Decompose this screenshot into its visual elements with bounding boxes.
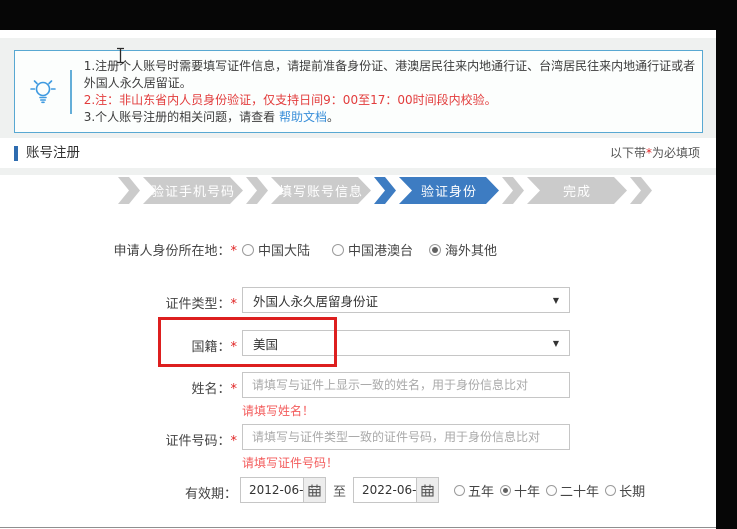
radio-circle[interactable] <box>429 244 441 256</box>
text-cursor <box>115 47 126 68</box>
step-chevron <box>246 177 268 204</box>
chevron-down-icon: ▼ <box>553 339 559 348</box>
date-range-separator: 至 <box>333 481 346 500</box>
step-chevron-active <box>374 177 396 204</box>
step-chevron <box>630 177 652 204</box>
help-doc-link[interactable]: 帮助文档 <box>279 110 327 124</box>
step-indicator: 验证手机号码 填写账号信息 验证身份 完成 <box>118 177 652 204</box>
radio-circle[interactable] <box>546 485 557 496</box>
validity-label: 有效期： <box>0 483 237 502</box>
radio-circle[interactable] <box>332 244 344 256</box>
title-accent-bar <box>14 146 18 161</box>
name-error: 请填写姓名！ <box>242 402 314 419</box>
validity-from-group <box>240 477 326 503</box>
step-verify-identity-active: 验证身份 <box>399 177 499 204</box>
location-label: 申请人身份所在地：* <box>0 240 237 259</box>
page-background-gap <box>0 168 716 175</box>
cert-type-value: 外国人永久居留身份证 <box>253 291 378 310</box>
validity-to-group <box>353 477 439 503</box>
cert-no-label: 证件号码：* <box>0 430 237 449</box>
step-account-info: 填写账号信息 <box>271 177 371 204</box>
section-header: 账号注册 以下带*为必填项 <box>0 138 716 168</box>
calendar-icon-button[interactable] <box>303 478 325 502</box>
notice-line-3-text: 3.个人账号注册的相关问题，请查看 <box>84 110 279 124</box>
radio-circle[interactable] <box>605 485 616 496</box>
notice-line-1: 1.注册个人账号时需要填写证件信息，请提前准备身份证、港澳居民往来内地通行证、台… <box>84 58 702 92</box>
radio-mainland-china[interactable]: 中国大陆 <box>242 240 310 259</box>
nationality-value: 美国 <box>253 334 278 353</box>
cert-no-input[interactable] <box>242 424 570 450</box>
cert-type-label: 证件类型：* <box>0 293 237 312</box>
cert-no-error: 请填写证件号码！ <box>242 454 338 471</box>
step-verify-phone: 验证手机号码 <box>143 177 243 204</box>
nationality-label: 国籍：* <box>0 336 237 355</box>
radio-overseas-other-selected[interactable]: 海外其他 <box>429 240 497 259</box>
top-black-bar <box>0 0 737 30</box>
radio-hk-macao-taiwan[interactable]: 中国港澳台 <box>332 240 413 259</box>
radio-circle[interactable] <box>500 485 511 496</box>
step-complete: 完成 <box>527 177 627 204</box>
cert-type-select[interactable]: 外国人永久居留身份证 ▼ <box>242 287 570 313</box>
step-chevron <box>118 177 140 204</box>
right-black-bar <box>716 0 737 529</box>
required-fields-note: 以下带*为必填项 <box>610 138 700 168</box>
validity-from-input[interactable] <box>241 478 303 502</box>
notice-line-3-suffix: 。 <box>327 110 339 124</box>
radio-twenty-years[interactable]: 二十年 <box>546 481 599 500</box>
chevron-down-icon: ▼ <box>553 296 559 305</box>
radio-circle[interactable] <box>242 244 254 256</box>
step-chevron <box>502 177 524 204</box>
page-title: 账号注册 <box>26 138 80 168</box>
radio-ten-years-selected[interactable]: 十年 <box>500 481 540 500</box>
radio-five-years[interactable]: 五年 <box>454 481 494 500</box>
notice-line-3: 3.个人账号注册的相关问题，请查看 帮助文档。 <box>84 109 702 126</box>
bottom-divider <box>0 527 716 528</box>
nationality-select[interactable]: 美国 ▼ <box>242 330 570 356</box>
calendar-icon-button[interactable] <box>416 478 438 502</box>
lightbulb-icon <box>15 76 70 108</box>
validity-duration-radios: 五年 十年 二十年 长期 <box>454 481 645 500</box>
radio-circle[interactable] <box>454 485 465 496</box>
radio-long-term[interactable]: 长期 <box>605 481 645 500</box>
name-label: 姓名：* <box>0 378 237 397</box>
name-input[interactable] <box>242 372 570 398</box>
validity-to-input[interactable] <box>354 478 416 502</box>
notice-line-2: 2.注：非山东省内人员身份验证，仅支持日间9：00至17：00时间段内校验。 <box>84 92 702 109</box>
